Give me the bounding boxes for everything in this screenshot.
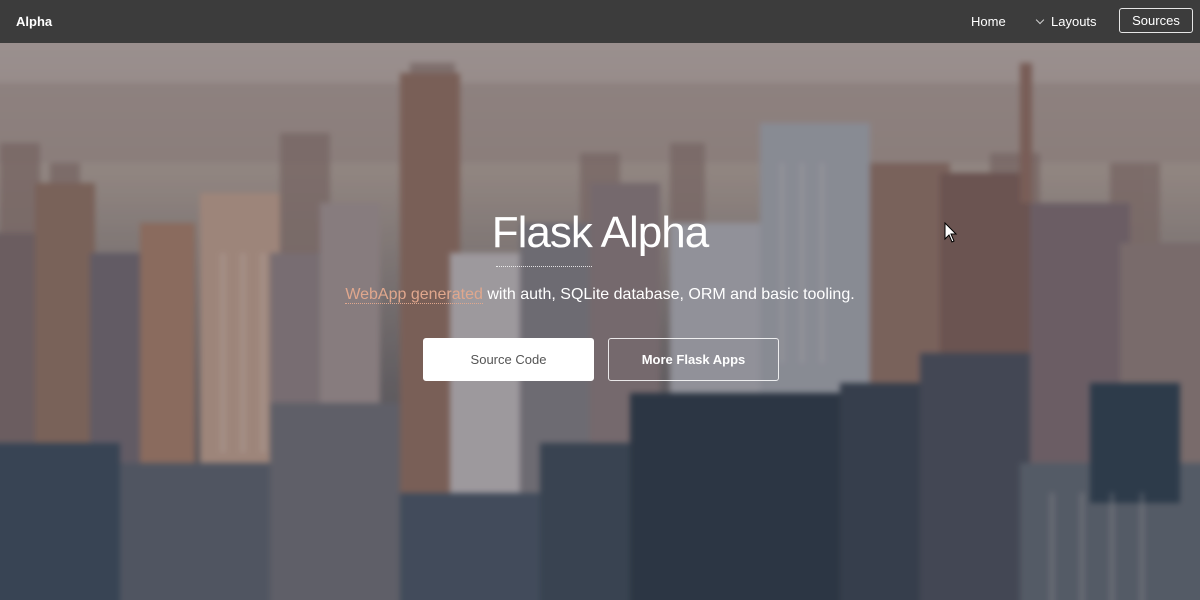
hero-subtitle: WebApp generated with auth, SQLite datab…: [0, 286, 1200, 304]
hero-section: Flask Alpha WebApp generated with auth, …: [0, 43, 1200, 600]
more-flask-apps-button[interactable]: More Flask Apps: [608, 338, 779, 381]
brand-link[interactable]: Alpha: [16, 0, 52, 43]
nav-layouts-label: Layouts: [1051, 14, 1097, 29]
webapp-generated-link[interactable]: WebApp generated: [345, 286, 483, 304]
hero-title: Flask Alpha: [491, 208, 709, 257]
title-underline: [496, 266, 592, 267]
nav-layouts-dropdown[interactable]: Layouts: [1035, 0, 1097, 43]
hero-subtitle-text: with auth, SQLite database, ORM and basi…: [482, 286, 855, 303]
nav-home-link[interactable]: Home: [971, 0, 1006, 43]
hero-overlay: [0, 43, 1200, 600]
nav-sources-button[interactable]: Sources: [1119, 8, 1193, 33]
source-code-button[interactable]: Source Code: [423, 338, 594, 381]
page: Flask Alpha WebApp generated with auth, …: [0, 0, 1200, 600]
chevron-down-icon: [1035, 15, 1045, 25]
top-navbar: Alpha Home Layouts Sources: [0, 0, 1200, 43]
mouse-cursor-icon: [944, 222, 958, 243]
